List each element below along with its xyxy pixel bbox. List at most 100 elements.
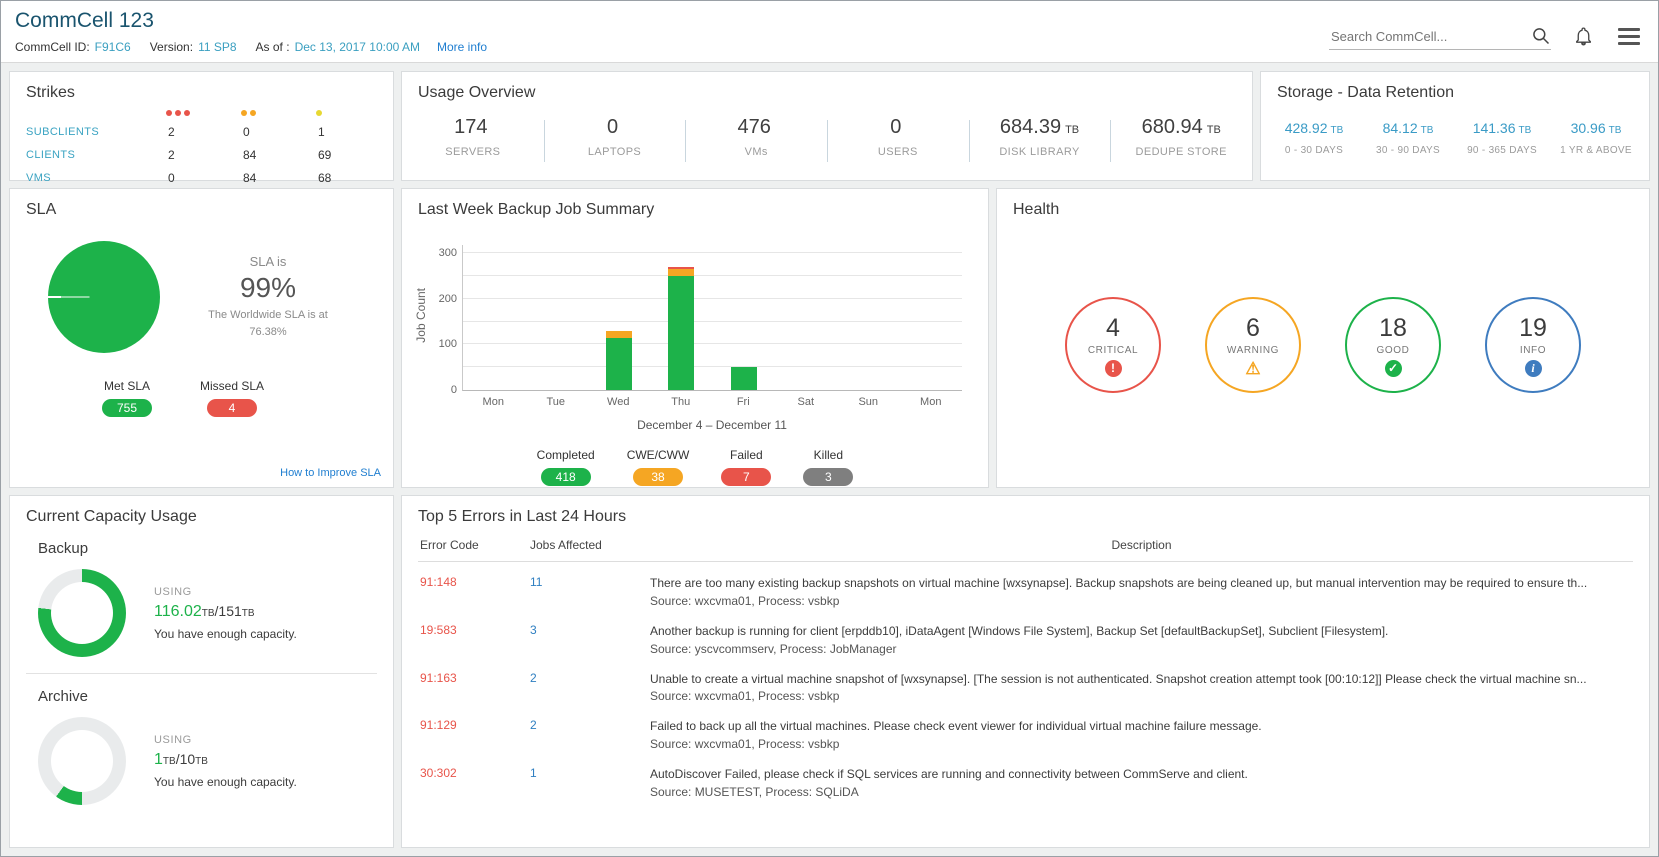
header-right [1329,9,1642,62]
commcell-id-label: CommCell ID: [15,40,90,54]
dashboard-body: Strikes SUBCLIENTS 2 0 1 CLIENTS 2 84 69… [1,63,1658,856]
disk-library-label: DISK LIBRARY [969,146,1111,158]
met-sla-label: Met SLA [102,379,152,393]
menu-icon[interactable] [1616,26,1642,47]
vms-label: VMs [685,146,827,158]
backup-summary-title: Last Week Backup Job Summary [402,189,988,219]
error-code-link[interactable]: 91:148 [418,575,530,610]
stat-disk-library[interactable]: 684.39TB DISK LIBRARY [969,116,1111,158]
improve-sla-link[interactable]: How to Improve SLA [280,467,381,479]
laptops-count: 0 [607,116,618,138]
description-header: Description [650,538,1633,552]
search-box[interactable] [1329,24,1551,50]
more-info-link[interactable]: More info [437,40,487,54]
stat-laptops[interactable]: 0 LAPTOPS [544,116,686,158]
asof-value: Dec 13, 2017 10:00 AM [295,40,420,54]
strike-value: 69 [314,148,389,162]
failed-legend: Failed 7 [721,448,771,486]
error-code-link[interactable]: 91:129 [418,718,530,753]
usage-stats: 174 SERVERS 0 LAPTOPS 476 VMs 0 USERS [402,116,1252,158]
stat-retention-0-30[interactable]: 428.92TB 0 - 30 DAYS [1267,120,1361,156]
stat-vms[interactable]: 476 VMs [685,116,827,158]
sla-is-label: SLA is [188,254,348,269]
strike-value: 84 [239,171,314,185]
usage-overview-panel: Usage Overview 174 SERVERS 0 LAPTOPS 476… [401,71,1253,181]
error-code-link[interactable]: 30:302 [418,766,530,801]
error-source: Source: wxcvma01, Process: vsbkp [650,592,1633,610]
search-icon[interactable] [1531,26,1551,46]
jobs-affected-link[interactable]: 1 [530,766,650,801]
completed-badge: 418 [541,468,591,486]
error-description: Failed to back up all the virtual machin… [650,718,1633,735]
error-row: 91:148 11 There are too many existing ba… [418,562,1633,610]
jobs-affected-link[interactable]: 2 [530,718,650,753]
stat-retention-30-90[interactable]: 84.12TB 30 - 90 DAYS [1361,120,1455,156]
stat-users[interactable]: 0 USERS [827,116,969,158]
info-icon: i [1525,360,1542,377]
header-left: CommCell 123 CommCell ID: F91C6 Version:… [15,9,487,62]
asof-label: As of : [256,40,290,54]
stat-retention-1yr-above[interactable]: 30.96TB 1 YR & ABOVE [1549,120,1643,156]
cwe-cww-legend: CWE/CWW 38 [627,448,690,486]
health-good[interactable]: 18 GOOD ✓ [1345,297,1441,393]
x-axis-title: December 4 – December 11 [462,418,962,432]
dedupe-store-size: 680.94 [1142,116,1203,138]
version-label: Version: [150,40,193,54]
notifications-bell-icon[interactable] [1573,26,1594,47]
sla-pie-chart [48,241,160,353]
failed-badge: 7 [721,468,771,486]
strikes-row-vms[interactable]: VMS [26,172,164,184]
strike-value: 2 [164,148,239,162]
commcell-meta: CommCell ID: F91C6 Version: 11 SP8 As of… [15,40,487,54]
error-source: Source: MUSETEST, Process: SQLiDA [650,783,1633,801]
jobs-affected-link[interactable]: 2 [530,671,650,706]
missed-sla-badge: 4 [207,399,257,417]
stat-dedupe-store[interactable]: 680.94TB DEDUPE STORE [1110,116,1252,158]
health-info[interactable]: 19 INFO i [1485,297,1581,393]
strike-value: 0 [239,125,314,139]
jobs-affected-link[interactable]: 11 [530,575,650,610]
stat-servers[interactable]: 174 SERVERS [402,116,544,158]
archive-using-label: USING [154,734,297,746]
servers-count: 174 [454,116,487,138]
error-code-link[interactable]: 91:163 [418,671,530,706]
error-source: Source: wxcvma01, Process: vsbkp [650,735,1633,753]
backup-chart-xticks: MonTueWedThuFriSatSunMon [462,396,962,408]
backup-capacity-value: 116.02TB/151TB [154,603,297,621]
error-code-link[interactable]: 19:583 [418,623,530,658]
sla-worldwide-note: The Worldwide SLA is at 76.38% [188,307,348,340]
search-input[interactable] [1329,24,1531,49]
health-critical[interactable]: 4 CRITICAL ! [1065,297,1161,393]
y-axis-label: Job Count [414,288,428,343]
capacity-title: Current Capacity Usage [10,496,393,526]
strike-value: 1 [314,125,389,139]
stat-retention-90-365[interactable]: 141.36TB 90 - 365 DAYS [1455,120,1549,156]
health-warning[interactable]: 6 WARNING ⚠ [1205,297,1301,393]
laptops-label: LAPTOPS [544,146,686,158]
backup-section-label: Backup [38,540,377,557]
archive-section-label: Archive [38,688,377,705]
missed-sla-legend: Missed SLA 4 [200,379,264,417]
warning-icon: ⚠ [1245,360,1260,377]
strikes-row-clients[interactable]: CLIENTS [26,149,164,161]
error-description: Another backup is running for client [er… [650,623,1633,640]
strike-value: 0 [164,171,239,185]
error-description: Unable to create a virtual machine snaps… [650,671,1633,688]
strikes-row-subclients[interactable]: SUBCLIENTS [26,126,164,138]
backup-capacity-section: Backup USING 116.02TB/151TB You have eno… [10,526,393,657]
sla-percent-value: 99% [188,272,348,304]
jobs-affected-link[interactable]: 3 [530,623,650,658]
users-label: USERS [827,146,969,158]
error-code-header: Error Code [418,538,530,552]
good-count: 18 [1379,314,1407,343]
storage-retention-title: Storage - Data Retention [1261,72,1649,102]
dedupe-store-label: DEDUPE STORE [1110,146,1252,158]
error-row: 91:163 2 Unable to create a virtual mach… [418,658,1633,706]
error-source: Source: wxcvma01, Process: vsbkp [650,687,1633,705]
cwe-cww-badge: 38 [633,468,683,486]
strikes-panel: Strikes SUBCLIENTS 2 0 1 CLIENTS 2 84 69… [9,71,394,181]
disk-library-size: 684.39 [1000,116,1061,138]
sla-title: SLA [10,189,393,219]
error-source: Source: yscvcommserv, Process: JobManage… [650,640,1633,658]
error-description: AutoDiscover Failed, please check if SQL… [650,766,1633,783]
